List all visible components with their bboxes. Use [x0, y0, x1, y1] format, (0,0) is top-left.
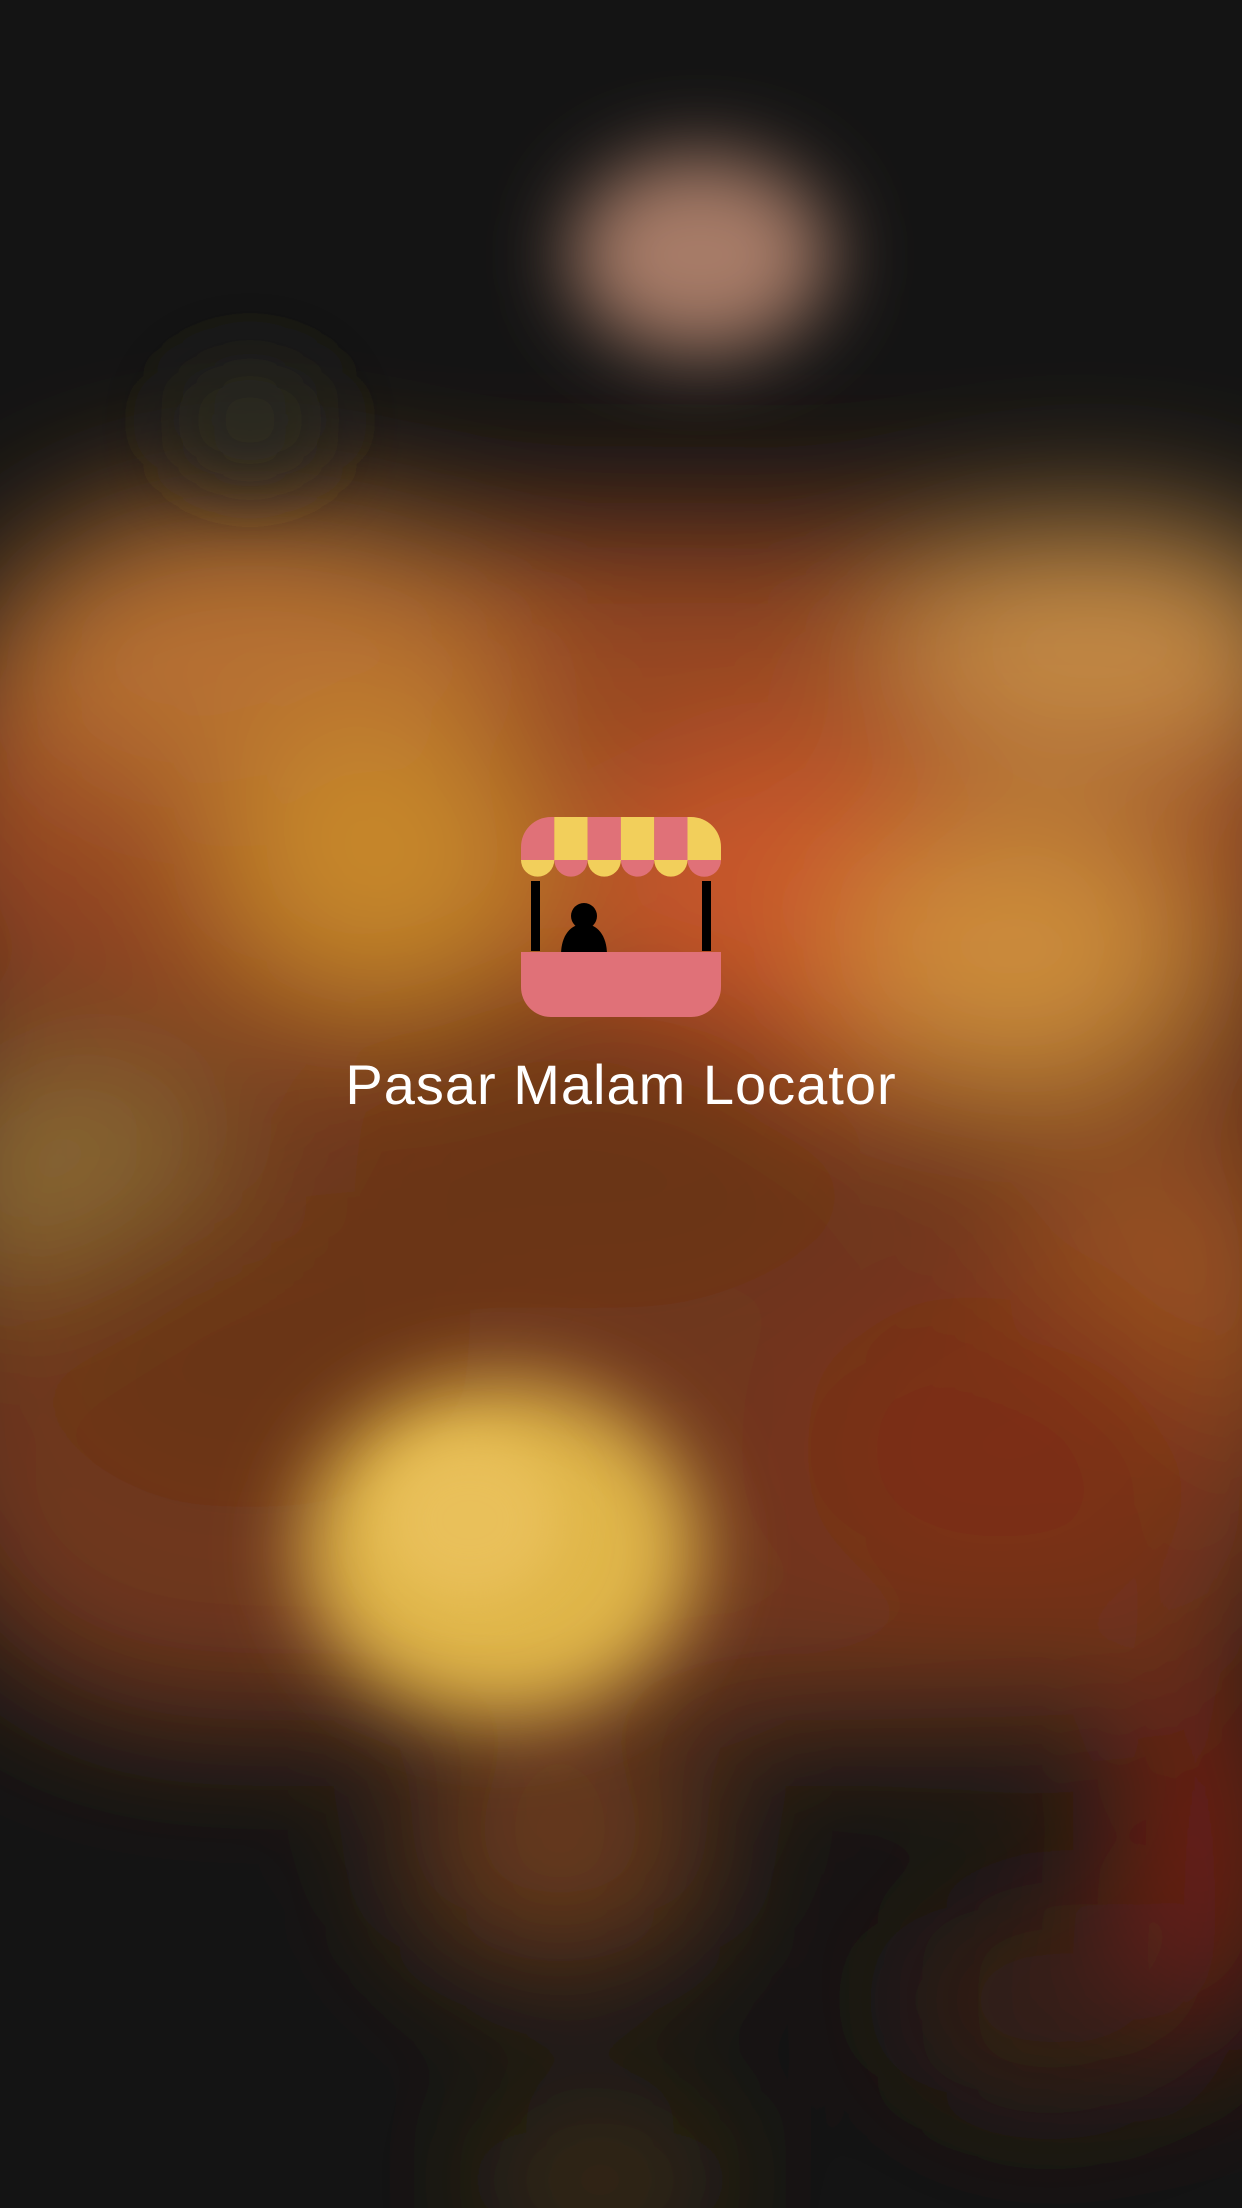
app-title: Pasar Malam Locator — [345, 1053, 897, 1116]
market-stall-icon — [521, 817, 721, 1017]
splash-content: Pasar Malam Locator — [0, 0, 1242, 2208]
splash-screen: Pasar Malam Locator — [0, 0, 1242, 2208]
